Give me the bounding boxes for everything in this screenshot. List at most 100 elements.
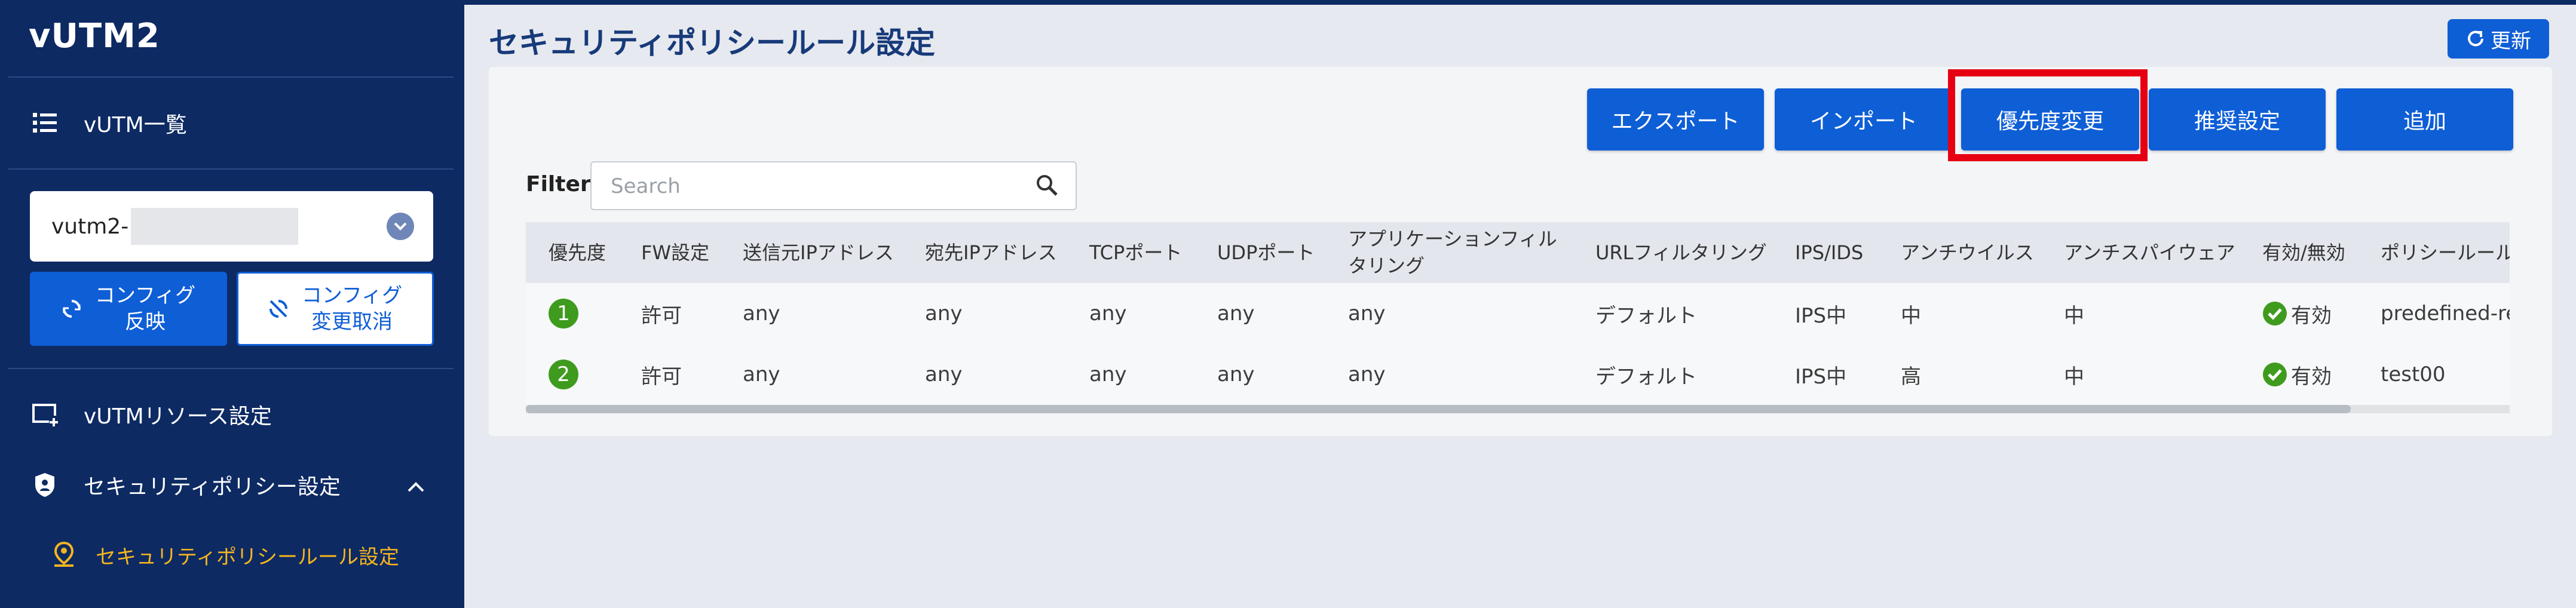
column-header-label: UDPポート xyxy=(1217,241,1315,264)
policy-table: 優先度 FW設定 送信元IPアドレス 宛先IPアドレス TCPポート UDPポー… xyxy=(526,222,2510,418)
column-header-label: 優先度 xyxy=(549,241,607,264)
search-input[interactable] xyxy=(609,170,1018,203)
config-cancel-button[interactable]: コンフィグ 変更取消 xyxy=(237,272,434,346)
cell-fw: 許可 xyxy=(641,364,682,389)
page-title: セキュリティポリシールール設定 xyxy=(489,26,935,60)
nav-vutm-list[interactable]: vUTM一覧 xyxy=(30,108,187,139)
highlight-box xyxy=(1948,69,2148,161)
column-header-label: TCPポート xyxy=(1089,241,1183,264)
priority-badge: 1 xyxy=(549,299,578,328)
column-header-label: FW設定 xyxy=(641,241,710,264)
column-header[interactable]: 優先度 xyxy=(549,222,606,283)
config-cancel-line2: 変更取消 xyxy=(311,310,393,334)
top-strip xyxy=(464,0,2576,5)
nav-security-policy[interactable]: セキュリティポリシー設定 xyxy=(30,469,436,500)
cell-src: any xyxy=(743,363,780,386)
column-header-label: アプリケーションフィル タリング xyxy=(1348,226,1557,280)
cell-fw: 許可 xyxy=(641,303,682,328)
table-row[interactable]: 1 許可 any any any any any デフォルト IPS中 中 中 … xyxy=(526,283,2510,345)
cell-dst: any xyxy=(925,302,963,326)
filter-label: Filter xyxy=(526,172,591,196)
column-header-label: アンチスパイウェア xyxy=(2064,241,2235,264)
column-header[interactable]: アンチスパイウェア xyxy=(2064,222,2235,283)
nav-security-rule[interactable]: セキュリティポリシールール設定 xyxy=(49,540,399,570)
cell-av: 中 xyxy=(1901,303,1921,328)
search-box[interactable] xyxy=(590,161,1077,210)
column-header[interactable]: アンチウイルス xyxy=(1901,222,2034,283)
nav-resource-settings-label: vUTMリソース設定 xyxy=(84,404,272,429)
refresh-button[interactable]: 更新 xyxy=(2448,19,2549,59)
config-apply-line2: 反映 xyxy=(125,310,166,334)
column-header[interactable]: 送信元IPアドレス xyxy=(743,222,894,283)
list-icon xyxy=(30,108,60,138)
enabled-label: 有効 xyxy=(2291,303,2332,328)
add-button[interactable]: 追加 xyxy=(2336,88,2513,151)
chevron-up-icon[interactable] xyxy=(406,474,425,499)
scrollbar-thumb[interactable] xyxy=(526,405,2351,413)
cell-url: デフォルト xyxy=(1595,364,1697,389)
device-name-redacted xyxy=(131,208,299,245)
nav-resource-settings[interactable]: vUTMリソース設定 xyxy=(30,399,272,430)
config-cancel-label: コンフィグ 変更取消 xyxy=(302,282,402,335)
check-circle-icon xyxy=(2262,301,2287,326)
divider xyxy=(8,168,454,170)
shield-icon xyxy=(30,470,60,500)
cell-dst: any xyxy=(925,363,963,386)
column-header[interactable]: 有効/無効 xyxy=(2262,222,2345,283)
search-icon[interactable] xyxy=(1035,173,1059,197)
divider xyxy=(8,368,454,369)
column-header[interactable]: IPS/IDS xyxy=(1795,222,1863,283)
column-header[interactable]: URLフィルタリング xyxy=(1595,222,1767,283)
cell-enabled: 有効 xyxy=(2262,283,2332,344)
device-selector[interactable]: vutm2- xyxy=(30,191,433,262)
export-button[interactable]: エクスポート xyxy=(1587,88,1764,151)
config-cancel-line1: コンフィグ xyxy=(301,283,403,308)
enabled-label: 有効 xyxy=(2291,364,2332,389)
divider xyxy=(8,76,454,78)
column-header[interactable]: FW設定 xyxy=(641,222,709,283)
column-header-label: IPS/IDS xyxy=(1795,241,1864,264)
column-header[interactable]: ポリシールール名 xyxy=(2381,222,2510,283)
cell-name: predefined-re xyxy=(2381,302,2510,326)
cell-src: any xyxy=(743,302,780,326)
recommended-settings-button[interactable]: 推奨設定 xyxy=(2149,88,2326,151)
column-header[interactable]: TCPポート xyxy=(1089,222,1182,283)
import-button[interactable]: インポート xyxy=(1775,88,1953,151)
cell-name: test00 xyxy=(2381,363,2446,386)
column-header-line2: タリング xyxy=(1348,254,1425,277)
cell-tcp: any xyxy=(1089,302,1127,326)
cell-enabled: 有効 xyxy=(2262,344,2332,405)
table-row[interactable]: 2 許可 any any any any any デフォルト IPS中 高 中 … xyxy=(526,344,2510,406)
cell-as: 中 xyxy=(2064,303,2084,328)
column-header-label: 宛先IPアドレス xyxy=(925,241,1057,264)
cell-app: any xyxy=(1348,363,1386,386)
cell-av: 高 xyxy=(1901,364,1921,389)
column-header-line1: アプリケーションフィル xyxy=(1348,228,1557,251)
column-header[interactable]: アプリケーションフィル タリング xyxy=(1348,222,1557,283)
config-apply-button[interactable]: コンフィグ 反映 xyxy=(30,272,227,346)
column-header-label: 送信元IPアドレス xyxy=(743,241,894,264)
nav-vutm-list-label: vUTM一覧 xyxy=(84,113,187,137)
cell-tcp: any xyxy=(1089,363,1127,386)
location-icon xyxy=(49,540,79,570)
cell-app: any xyxy=(1348,302,1386,326)
sync-off-icon xyxy=(268,299,289,319)
sidebar: vUTM2 vUTM一覧 vutm2- コンフィグ 反映 コンフィグ 変更取消 … xyxy=(0,0,464,608)
table-header: 優先度 FW設定 送信元IPアドレス 宛先IPアドレス TCPポート UDPポー… xyxy=(526,222,2510,284)
brand-title: vUTM2 xyxy=(29,17,160,56)
nav-security-policy-label: セキュリティポリシー設定 xyxy=(84,475,341,499)
column-header[interactable]: UDPポート xyxy=(1217,222,1315,283)
priority-badge: 2 xyxy=(549,360,578,389)
cell-url: デフォルト xyxy=(1595,303,1697,328)
column-header-label: アンチウイルス xyxy=(1901,241,2034,264)
config-apply-line1: コンフィグ xyxy=(94,283,196,308)
column-header-label: 有効/無効 xyxy=(2262,241,2345,264)
cell-ips: IPS中 xyxy=(1795,303,1847,328)
column-header[interactable]: 宛先IPアドレス xyxy=(925,222,1057,283)
sync-icon xyxy=(62,299,82,319)
check-circle-icon xyxy=(2262,362,2287,387)
config-apply-label: コンフィグ 反映 xyxy=(95,282,195,335)
nav-security-rule-label: セキュリティポリシールール設定 xyxy=(96,545,399,569)
column-header-label: ポリシールール名 xyxy=(2381,241,2510,264)
cell-as: 中 xyxy=(2064,364,2084,389)
